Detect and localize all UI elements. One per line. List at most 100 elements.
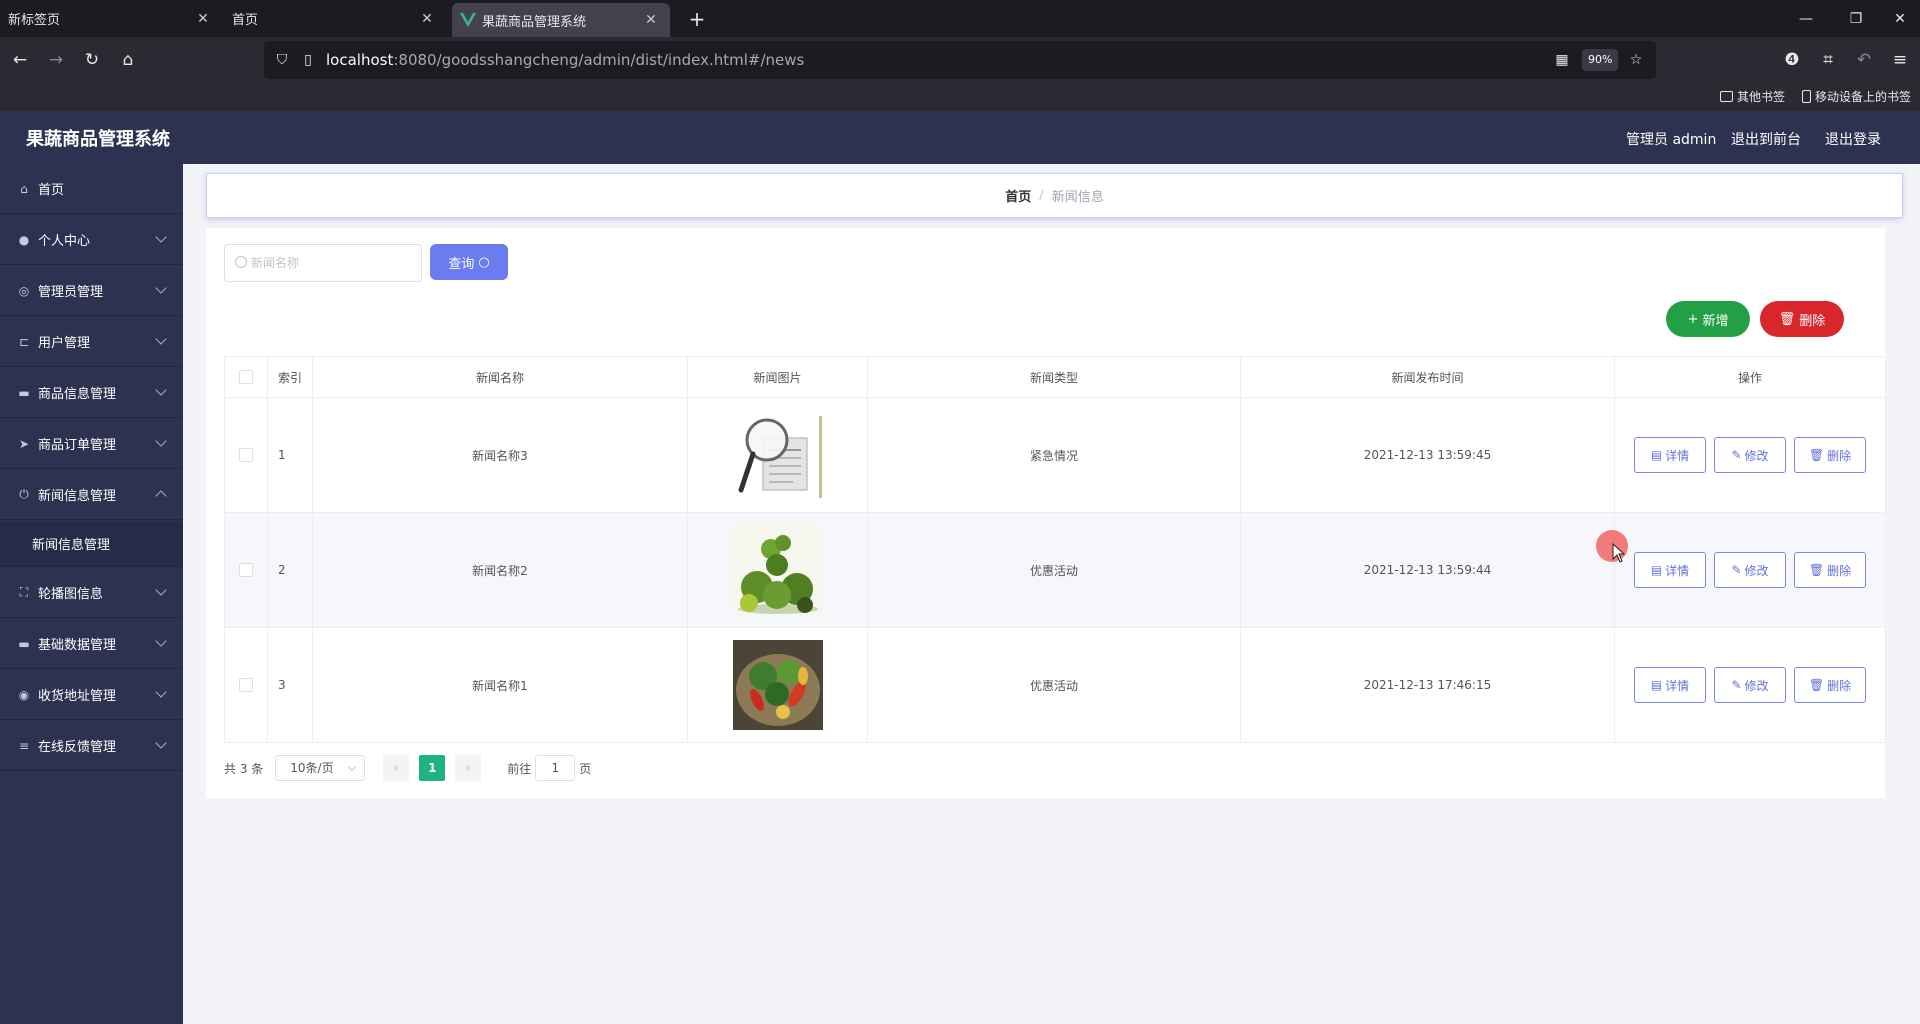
chevron-down-icon [155, 435, 167, 447]
close-icon[interactable]: ✕ [194, 10, 212, 28]
sidebar-item-user-management[interactable]: ⊏ 用户管理 [0, 317, 183, 367]
row-actions-cell: ▤ 详情 ✎ 修改 🗑 删除 [1614, 512, 1886, 628]
address-bar[interactable]: ⛉ ▯ localhost:8080/goodsshangcheng/admin… [264, 41, 1656, 79]
sidebar-item-home[interactable]: ⌂ 首页 [0, 164, 183, 214]
goto-suffix: 页 [579, 761, 592, 776]
tab-fruit-system[interactable]: 果蔬商品管理系统 ✕ [452, 3, 670, 37]
row-delete-button[interactable]: 🗑 删除 [1794, 667, 1866, 703]
detail-button[interactable]: ▤ 详情 [1634, 437, 1706, 473]
undo-icon[interactable]: ↶ [1850, 46, 1878, 74]
chevron-down-icon [155, 231, 167, 243]
shield-icon[interactable]: ⛉ [272, 50, 292, 70]
row-checkbox[interactable] [239, 678, 253, 693]
row-delete-button[interactable]: 🗑 删除 [1794, 552, 1866, 588]
sidebar-item-carousel[interactable]: ⛶ 轮播图信息 [0, 568, 183, 618]
tab-label: 新标签页 [8, 13, 61, 28]
edit-button[interactable]: ✎ 修改 [1714, 667, 1786, 703]
sidebar-item-feedback[interactable]: ≡ 在线反馈管理 [0, 721, 183, 771]
sidebar-item-label: 管理员管理 [38, 285, 104, 300]
news-magnifier-image [732, 410, 823, 500]
prev-page-button[interactable]: ‹ [383, 755, 410, 781]
url-path: :8080/goodsshangcheng/admin/dist/index.h… [393, 51, 805, 69]
select-all-checkbox[interactable] [239, 370, 253, 385]
forward-icon[interactable]: → [42, 46, 70, 74]
new-tab-button[interactable]: + [684, 6, 710, 32]
tab-label: 果蔬商品管理系统 [482, 14, 587, 30]
news-type: 优惠活动 [867, 627, 1241, 743]
sidebar-item-admin-management[interactable]: ◎ 管理员管理 [0, 266, 183, 316]
goto-label: 前往 [507, 761, 532, 776]
bookmark-mobile[interactable]: 移动设备上的书签 [1802, 88, 1911, 105]
bookmark-other[interactable]: 其他书签 [1720, 88, 1785, 105]
home-icon[interactable]: ⌂ [114, 46, 142, 74]
bookmark-star-icon[interactable]: ☆ [1626, 50, 1646, 70]
next-page-button[interactable]: › [455, 755, 482, 781]
chevron-down-icon [155, 635, 167, 647]
page-number-1[interactable]: 1 [419, 755, 446, 781]
search-input[interactable] [251, 253, 411, 273]
batch-delete-button[interactable]: 🗑 删除 [1760, 301, 1844, 337]
zoom-level[interactable]: 90% [1582, 49, 1619, 71]
broccoli-image [732, 525, 823, 615]
url-text[interactable]: localhost:8080/goodsshangcheng/admin/dis… [326, 51, 804, 69]
close-icon[interactable]: ✕ [418, 10, 436, 28]
reload-icon[interactable]: ↻ [78, 46, 106, 74]
row-select-cell [224, 627, 268, 743]
detail-button[interactable]: ▤ 详情 [1634, 552, 1706, 588]
mobile-icon [1802, 90, 1811, 103]
account-icon[interactable]: ❹ [1778, 46, 1806, 74]
sidebar-subitem-news-management[interactable]: 新闻信息管理 [0, 521, 183, 567]
tab-label: 首页 [232, 13, 259, 28]
edit-button[interactable]: ✎ 修改 [1714, 437, 1786, 473]
tab-new-tab[interactable]: 新标签页 ✕ [0, 0, 222, 37]
chat-icon: ▬ [18, 636, 30, 651]
back-to-front-link[interactable]: 退出到前台 [1731, 129, 1801, 149]
crop-icon: ⊏ [18, 334, 30, 349]
row-index: 3 [267, 627, 313, 743]
chevron-down-icon [155, 584, 167, 596]
add-button[interactable]: + 新增 [1666, 301, 1750, 337]
page-size-select[interactable]: 10条/页 [275, 755, 366, 781]
chevron-down-icon [155, 737, 167, 749]
tab-home[interactable]: 首页 ✕ [224, 0, 446, 37]
qr-code-icon[interactable]: ▦ [1552, 50, 1572, 70]
window-close-button[interactable]: ✕ [1880, 0, 1920, 37]
sidebar-item-personal-center[interactable]: ● 个人中心 [0, 215, 183, 265]
sidebar-item-goods-orders[interactable]: ➤ 商品订单管理 [0, 419, 183, 469]
column-header: 新闻发布时间 [1240, 356, 1615, 398]
row-delete-button[interactable]: 🗑 删除 [1794, 437, 1866, 473]
restore-button[interactable]: ❐ [1836, 0, 1876, 37]
sidebar-item-address[interactable]: ◉ 收货地址管理 [0, 670, 183, 720]
close-icon[interactable]: ✕ [642, 11, 660, 29]
edit-button[interactable]: ✎ 修改 [1714, 552, 1786, 588]
minimize-button[interactable]: — [1786, 0, 1826, 37]
sidebar-item-base-data[interactable]: ▬ 基础数据管理 [0, 619, 183, 669]
logout-link[interactable]: 退出登录 [1825, 129, 1881, 149]
row-index: 1 [267, 397, 313, 513]
sidebar-item-news-management[interactable]: ⏻ 新闻信息管理 [0, 470, 183, 520]
row-actions-cell: ▤ 详情 ✎ 修改 🗑 删除 [1614, 627, 1886, 743]
sidebar-item-label: 商品信息管理 [38, 387, 117, 402]
row-checkbox[interactable] [239, 448, 253, 463]
folder-icon [1720, 91, 1733, 102]
vue-logo-icon [460, 13, 476, 27]
app-menu-icon[interactable]: ≡ [1886, 46, 1914, 74]
delete-label: 删除 [1827, 448, 1852, 463]
query-button[interactable]: 查询 ○ [430, 244, 508, 280]
news-name-search-field[interactable] [224, 244, 422, 282]
back-icon[interactable]: ← [6, 46, 34, 74]
document-icon: ▤ [1650, 678, 1663, 692]
detail-button[interactable]: ▤ 详情 [1634, 667, 1706, 703]
chevron-up-icon [155, 490, 167, 502]
chevron-down-icon [155, 384, 167, 396]
news-publish-time: 2021-12-13 13:59:45 [1240, 397, 1615, 513]
table-row: 1 新闻名称3 紧急情况 2021-12-13 13:59:45 ▤ 详情 ✎ … [224, 397, 1886, 513]
breadcrumb-home[interactable]: 首页 [1005, 186, 1031, 205]
app-title: 果蔬商品管理系统 [26, 129, 170, 150]
sidebar-item-goods-info[interactable]: ▬ 商品信息管理 [0, 368, 183, 418]
row-checkbox[interactable] [239, 563, 253, 578]
compass-icon: ◉ [18, 687, 30, 702]
crop-tool-icon[interactable]: ⌗ [1814, 46, 1842, 74]
row-actions-cell: ▤ 详情 ✎ 修改 🗑 删除 [1614, 397, 1886, 513]
goto-page-input[interactable]: 1 [535, 755, 576, 781]
